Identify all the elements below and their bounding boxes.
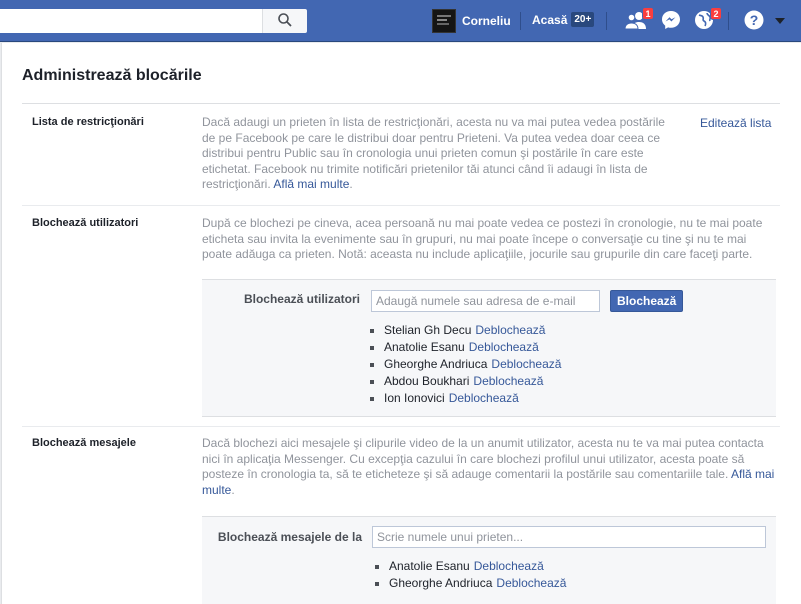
bullet-icon: [370, 380, 374, 384]
block-messages-text: Dacă blochezi aici mesajele şi clipurile…: [202, 436, 764, 481]
caret-down-icon: [775, 14, 785, 28]
nav-divider: [728, 12, 729, 30]
blocked-user-name: Stelian Gh Decu: [384, 323, 472, 337]
restricted-list-text: Dacă adaugi un prieten în lista de restr…: [202, 115, 665, 191]
blocked-user-item: Gheorghe Andriuca Deblochează: [375, 575, 566, 592]
unblock-link[interactable]: Deblochează: [474, 559, 544, 573]
block-messages-label: Blochează mesajele: [32, 437, 136, 449]
help-button[interactable]: ?: [742, 10, 766, 32]
home-count-badge: 20+: [571, 12, 595, 27]
nav-divider: [606, 12, 607, 30]
bullet-icon: [370, 329, 374, 333]
unblock-link[interactable]: Deblochează: [449, 391, 519, 405]
messenger-icon: [660, 9, 682, 34]
restricted-list-description: Dacă adaugi un prieten în lista de restr…: [202, 115, 665, 191]
unblock-link[interactable]: Deblochează: [491, 357, 561, 371]
search-input[interactable]: [0, 9, 262, 33]
notifications-badge: 2: [710, 7, 722, 20]
blocked-user-name: Anatolie Esanu: [384, 340, 465, 354]
profile-link[interactable]: Corneliu: [432, 8, 511, 34]
page-title: Administrează blocările: [22, 67, 202, 84]
nav-divider: [520, 12, 521, 30]
home-link[interactable]: Acasă 20+: [532, 12, 595, 27]
restricted-learn-more-link[interactable]: Află mai multe: [273, 177, 349, 191]
restricted-list-section: Lista de restricţionări Dacă adaugi un p…: [22, 104, 780, 207]
blocked-user-item: Ion Ionovici Deblochează: [370, 390, 561, 407]
block-messages-description: Dacă blochezi aici mesajele şi clipurile…: [202, 436, 775, 497]
block-users-section: Blochează utilizatori După ce blochezi p…: [22, 206, 780, 426]
home-label: Acasă: [532, 12, 568, 27]
blocked-user-item: Anatolie Esanu Deblochează: [370, 339, 561, 356]
block-users-description: După ce blochezi pe cineva, acea persoan…: [202, 216, 763, 261]
bullet-icon: [370, 346, 374, 350]
block-users-label: Blochează utilizatori: [32, 217, 139, 229]
blocked-user-name: Anatolie Esanu: [389, 559, 470, 573]
avatar: [432, 9, 456, 33]
blocked-user-name: Ion Ionovici: [384, 391, 445, 405]
block-messages-input[interactable]: [372, 526, 766, 548]
unblock-link[interactable]: Deblochează: [473, 374, 543, 388]
search-button[interactable]: [262, 9, 307, 33]
blocked-user-name: Abdou Boukhari: [384, 374, 470, 388]
bullet-icon: [370, 397, 374, 401]
question-icon: ?: [743, 9, 765, 34]
blocked-user-name: Gheorghe Andriuca: [389, 576, 493, 590]
restricted-list-label: Lista de restricţionări: [32, 116, 144, 128]
block-messages-form-label: Blochează mesajele de la: [217, 530, 362, 544]
unblock-link[interactable]: Deblochează: [496, 576, 566, 590]
blocked-user-item: Gheorghe Andriuca Deblochează: [370, 356, 561, 373]
block-user-input[interactable]: [371, 290, 600, 312]
blocked-users-list: Stelian Gh Decu Deblochează Anatolie Esanu…: [370, 322, 561, 407]
bullet-icon: [375, 565, 379, 569]
account-menu-button[interactable]: [772, 10, 788, 32]
blocked-user-name: Gheorghe Andriuca: [384, 357, 488, 371]
profile-name: Corneliu: [462, 14, 511, 28]
edit-list-link[interactable]: Editează lista: [700, 116, 771, 130]
notifications-button[interactable]: 2: [692, 7, 722, 32]
block-users-form-label: Blochează utilizatori: [243, 292, 360, 306]
friend-requests-badge: 1: [642, 7, 654, 20]
friend-requests-button[interactable]: 1: [624, 7, 654, 32]
blocked-user-item: Stelian Gh Decu Deblochează: [370, 322, 561, 339]
unblock-link[interactable]: Deblochează: [475, 323, 545, 337]
block-messages-section: Blochează mesajele Dacă blochezi aici me…: [22, 427, 780, 604]
unblock-link[interactable]: Deblochează: [469, 340, 539, 354]
bullet-icon: [370, 363, 374, 367]
block-users-form: Blochează utilizatori Blochează Stelian …: [202, 279, 776, 417]
messenger-button[interactable]: [659, 10, 683, 32]
block-user-button[interactable]: Blochează: [610, 290, 684, 312]
svg-text:?: ?: [750, 12, 759, 28]
block-messages-form: Blochează mesajele de la Anatolie Esanu D…: [202, 516, 776, 604]
bullet-icon: [375, 582, 379, 586]
search-icon: [278, 12, 292, 30]
top-navigation-bar: Corneliu Acasă 20+ 1 2 ?: [0, 0, 801, 42]
blocked-messages-list: Anatolie Esanu Deblochează Gheorghe Andriu…: [375, 558, 566, 592]
blocked-user-item: Abdou Boukhari Deblochează: [370, 373, 561, 390]
manage-blocking-panel: Administrează blocările Lista de restric…: [1, 43, 801, 604]
blocked-user-item: Anatolie Esanu Deblochează: [375, 558, 566, 575]
